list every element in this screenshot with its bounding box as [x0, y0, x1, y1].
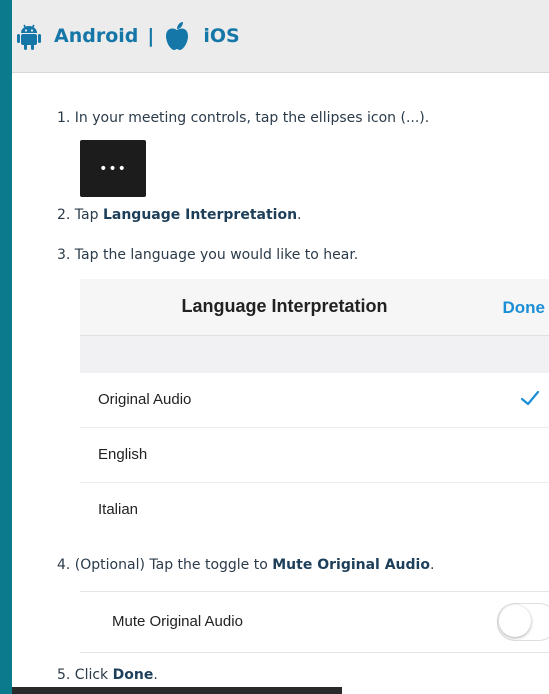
tab-android[interactable]: Android: [14, 21, 138, 51]
sheet-title: Language Interpretation: [181, 296, 388, 316]
mute-original-audio-label: Mute Original Audio: [112, 613, 243, 630]
step-5-prefix: 5. Click: [57, 667, 113, 683]
step-2: 2. Tap Language Interpretation.: [57, 207, 302, 223]
apple-icon: [163, 21, 191, 51]
tab-separator: |: [147, 25, 155, 47]
language-interpretation-sheet: Language Interpretation Done Original Au…: [80, 279, 549, 537]
step-1-text: 1. In your meeting controls, tap the ell…: [57, 110, 430, 126]
done-button[interactable]: Done: [503, 298, 546, 318]
sheet-spacer: [80, 336, 549, 373]
language-option-italian[interactable]: Italian: [80, 483, 549, 537]
step-5-suffix: .: [153, 667, 158, 683]
tab-android-label: Android: [54, 25, 139, 47]
platform-tabs: Android | iOS: [12, 0, 549, 73]
language-option-english[interactable]: English: [80, 428, 549, 483]
checkmark-icon: [519, 387, 541, 414]
step-1: 1. In your meeting controls, tap the ell…: [57, 110, 429, 126]
step-2-suffix: .: [297, 207, 302, 223]
tab-ios[interactable]: iOS: [163, 21, 240, 51]
help-article-frame: Android | iOS 1. In your meeting control…: [12, 0, 549, 694]
bottom-bar: [12, 687, 342, 694]
tab-ios-label: iOS: [203, 25, 240, 47]
step-4-prefix: 4. (Optional) Tap the toggle to: [57, 557, 273, 573]
language-option-label: Italian: [98, 501, 139, 518]
step-3-text: 3. Tap the language you would like to he…: [57, 247, 359, 263]
step-2-prefix: 2. Tap: [57, 207, 103, 223]
step-2-bold: Language Interpretation: [102, 207, 298, 223]
step-4: 4. (Optional) Tap the toggle to Mute Ori…: [57, 557, 434, 573]
language-option-original-audio[interactable]: Original Audio: [80, 373, 549, 428]
toggle-knob: [499, 605, 531, 637]
ellipsis-icon: •••: [80, 140, 146, 197]
step-5: 5. Click Done.: [57, 667, 158, 683]
step-3: 3. Tap the language you would like to he…: [57, 247, 358, 263]
language-option-label: Original Audio: [98, 391, 192, 408]
android-icon: [14, 21, 44, 51]
language-option-label: English: [98, 446, 148, 463]
ellipsis-glyph: •••: [99, 160, 127, 177]
sheet-header: Language Interpretation Done: [80, 279, 549, 336]
mute-original-audio-toggle[interactable]: [497, 603, 549, 641]
step-5-bold: Done: [112, 667, 154, 683]
step-4-bold: Mute Original Audio: [272, 557, 430, 573]
step-4-suffix: .: [429, 557, 435, 573]
mute-original-audio-row: Mute Original Audio: [80, 591, 549, 653]
